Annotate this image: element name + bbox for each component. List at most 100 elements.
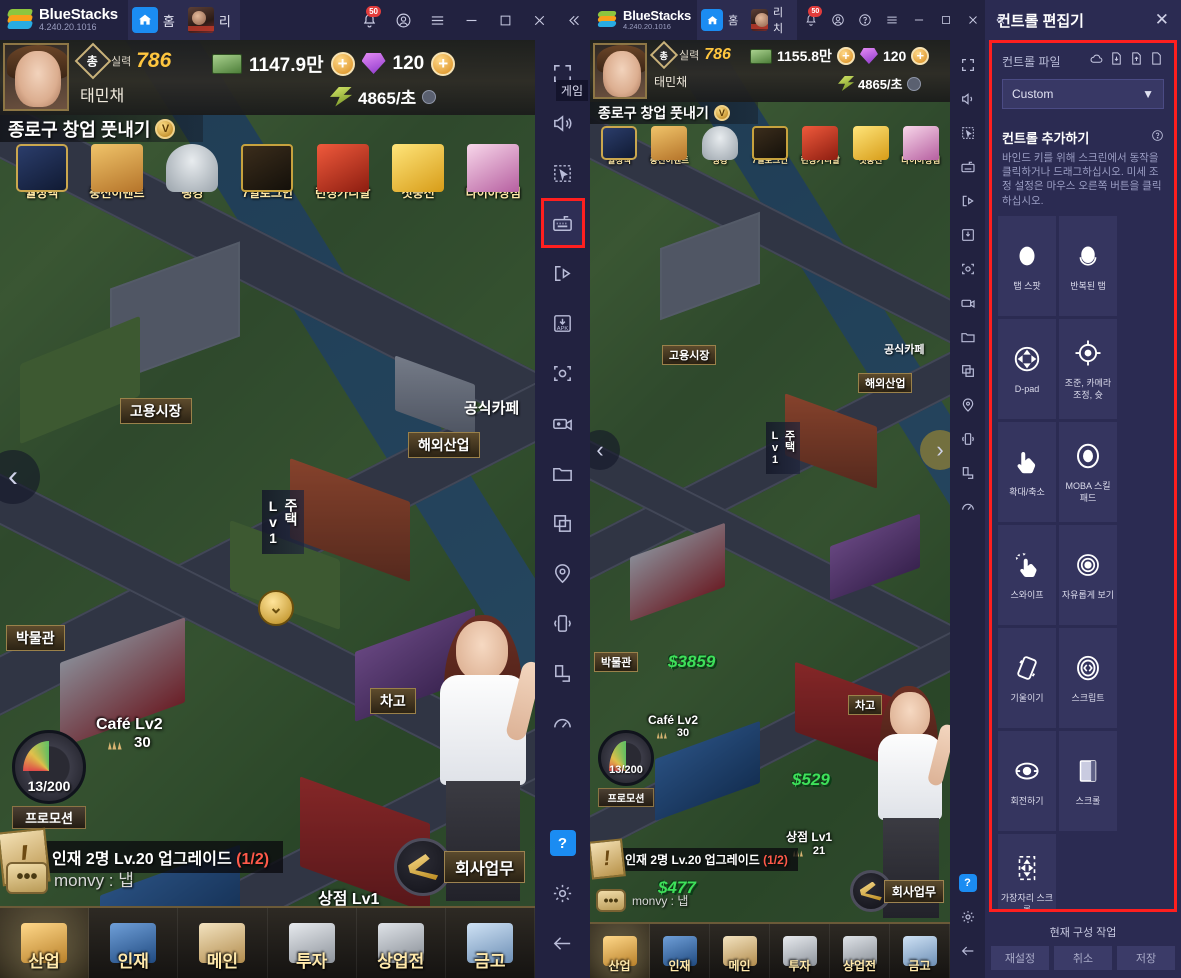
avatar[interactable]: [3, 43, 69, 111]
location-icon[interactable]: [953, 388, 983, 422]
bottom-nav-industry[interactable]: 산업: [0, 908, 90, 978]
collapse-button[interactable]: [986, 0, 1013, 40]
event-item[interactable]: 런칭카니발: [307, 144, 378, 201]
event-item[interactable]: 충전이벤트: [81, 144, 152, 201]
tab-game-primary[interactable]: 리: [183, 0, 240, 40]
apk-install-icon[interactable]: [953, 218, 983, 252]
cursor-select-icon[interactable]: [953, 116, 983, 150]
close-icon[interactable]: ✕: [1155, 10, 1169, 30]
promotion-gauge[interactable]: 13/200 프로모션: [598, 730, 654, 807]
menu-button[interactable]: [878, 0, 905, 40]
map-label-official-cafe[interactable]: 공식카페: [455, 395, 528, 420]
help-icon[interactable]: ?: [953, 866, 983, 900]
bottom-nav-talent[interactable]: 인재: [89, 908, 179, 978]
export-icon[interactable]: [1129, 51, 1144, 71]
performance-icon[interactable]: [953, 490, 983, 524]
new-file-icon[interactable]: [1149, 51, 1164, 71]
rotate-screen-icon[interactable]: [953, 456, 983, 490]
control-profile-select[interactable]: Custom ▼: [1002, 79, 1164, 109]
menu-button[interactable]: [420, 0, 454, 40]
record-icon[interactable]: [541, 398, 585, 448]
folder-icon[interactable]: [953, 320, 983, 354]
bottom-nav-vault[interactable]: 금고: [446, 908, 535, 978]
performance-icon[interactable]: [541, 698, 585, 748]
control-type-tilt[interactable]: 기울이기: [998, 627, 1056, 728]
close-button[interactable]: [959, 0, 986, 40]
fullscreen-icon[interactable]: [953, 48, 983, 82]
keyboard-controls-icon[interactable]: [953, 150, 983, 184]
company-work-button[interactable]: 회사업무: [849, 870, 944, 912]
multi-instance-icon[interactable]: [541, 498, 585, 548]
location-icon[interactable]: [541, 548, 585, 598]
rotate-screen-icon[interactable]: [541, 648, 585, 698]
screenshot-icon[interactable]: [541, 348, 585, 398]
close-button[interactable]: [522, 0, 556, 40]
notifications-button[interactable]: 50: [352, 0, 386, 40]
collapse-button[interactable]: [556, 0, 590, 40]
add-gem-button[interactable]: +: [911, 47, 930, 65]
maximize-button[interactable]: [488, 0, 522, 40]
back-arrow-icon[interactable]: [953, 934, 983, 968]
event-item[interactable]: 다이아상점: [898, 126, 944, 166]
cancel-button[interactable]: 취소: [1054, 946, 1112, 970]
cash-drop[interactable]: $529: [792, 770, 830, 790]
control-type-rotate[interactable]: 회전하기: [998, 730, 1056, 831]
bottom-nav-main[interactable]: 메인: [178, 908, 268, 978]
map-label-museum[interactable]: 박물관: [594, 652, 639, 672]
control-type-zoom[interactable]: 확대/축소: [998, 421, 1056, 522]
folder-icon[interactable]: [541, 448, 585, 498]
event-item[interactable]: 랭킹: [697, 126, 743, 166]
map-label-employment[interactable]: 고용시장: [662, 345, 717, 365]
event-item[interactable]: 7일로그인: [232, 144, 303, 201]
event-item[interactable]: 첫충전: [382, 144, 453, 201]
boost-icon[interactable]: [906, 76, 921, 91]
shake-icon[interactable]: [541, 598, 585, 648]
keyboard-controls-icon[interactable]: [540, 198, 585, 248]
tab-home[interactable]: 홈: [127, 0, 184, 40]
screenshot-icon[interactable]: [953, 252, 983, 286]
event-item[interactable]: 월정액: [596, 126, 642, 166]
map-label-employment[interactable]: 고용시장: [120, 398, 192, 424]
event-item[interactable]: 다이아상점: [458, 144, 529, 201]
event-item[interactable]: 첫충전: [847, 126, 893, 166]
event-item[interactable]: 충전이벤트: [646, 126, 692, 166]
bottom-nav-industry[interactable]: 산업: [590, 924, 650, 978]
bottom-nav-commerce[interactable]: 상업전: [830, 924, 890, 978]
map-label-overseas[interactable]: 해외산업: [858, 373, 913, 393]
help-icon[interactable]: ?: [541, 818, 585, 868]
cursor-select-icon[interactable]: [541, 148, 585, 198]
control-type-scroll[interactable]: 스크롤: [1059, 730, 1117, 831]
control-type-aim-camera-shoot[interactable]: 조준, 카메라 조정, 슛: [1059, 318, 1117, 419]
control-type-edge-scroll[interactable]: 가장자리 스크롤: [998, 833, 1056, 909]
quest-banner[interactable]: ! 인재 2명 Lv.20 업그레이드 (1/2): [590, 838, 798, 880]
notifications-button[interactable]: 50: [797, 0, 824, 40]
multi-instance-icon[interactable]: [953, 354, 983, 388]
collect-chip[interactable]: ⌄: [258, 590, 294, 626]
promotion-gauge[interactable]: 13/200 프로모션: [12, 730, 86, 829]
vip-badge[interactable]: V: [155, 118, 176, 139]
macro-play-icon[interactable]: [541, 248, 585, 298]
cash-drop[interactable]: $3859: [668, 652, 715, 672]
bottom-nav-talent[interactable]: 인재: [650, 924, 710, 978]
event-item[interactable]: 월정액: [6, 144, 77, 201]
bottom-nav-vault[interactable]: 금고: [890, 924, 950, 978]
volume-icon[interactable]: [541, 98, 585, 148]
cloud-icon[interactable]: [1089, 51, 1104, 71]
minimize-button[interactable]: [905, 0, 932, 40]
event-item[interactable]: 랭킹: [157, 144, 228, 201]
map-label-house[interactable]: 주택 Lv1: [766, 422, 800, 474]
record-icon[interactable]: [953, 286, 983, 320]
add-gem-button[interactable]: +: [431, 51, 456, 76]
apk-install-icon[interactable]: APK: [541, 298, 585, 348]
control-type-swipe[interactable]: 스와이프: [998, 524, 1056, 625]
add-money-button[interactable]: +: [836, 47, 855, 65]
control-type-repeated-tap[interactable]: 반복된 탭: [1059, 215, 1117, 316]
avatar[interactable]: [593, 43, 647, 99]
control-type-script[interactable]: 스크립트: [1059, 627, 1117, 728]
shake-icon[interactable]: [953, 422, 983, 456]
control-type-free-look[interactable]: 자유롭게 보기: [1059, 524, 1117, 625]
company-work-button[interactable]: 회사업무: [394, 838, 525, 896]
bottom-nav-invest[interactable]: 투자: [770, 924, 830, 978]
control-type-dpad[interactable]: D-pad: [998, 318, 1056, 419]
tab-home[interactable]: 홈: [697, 0, 748, 40]
